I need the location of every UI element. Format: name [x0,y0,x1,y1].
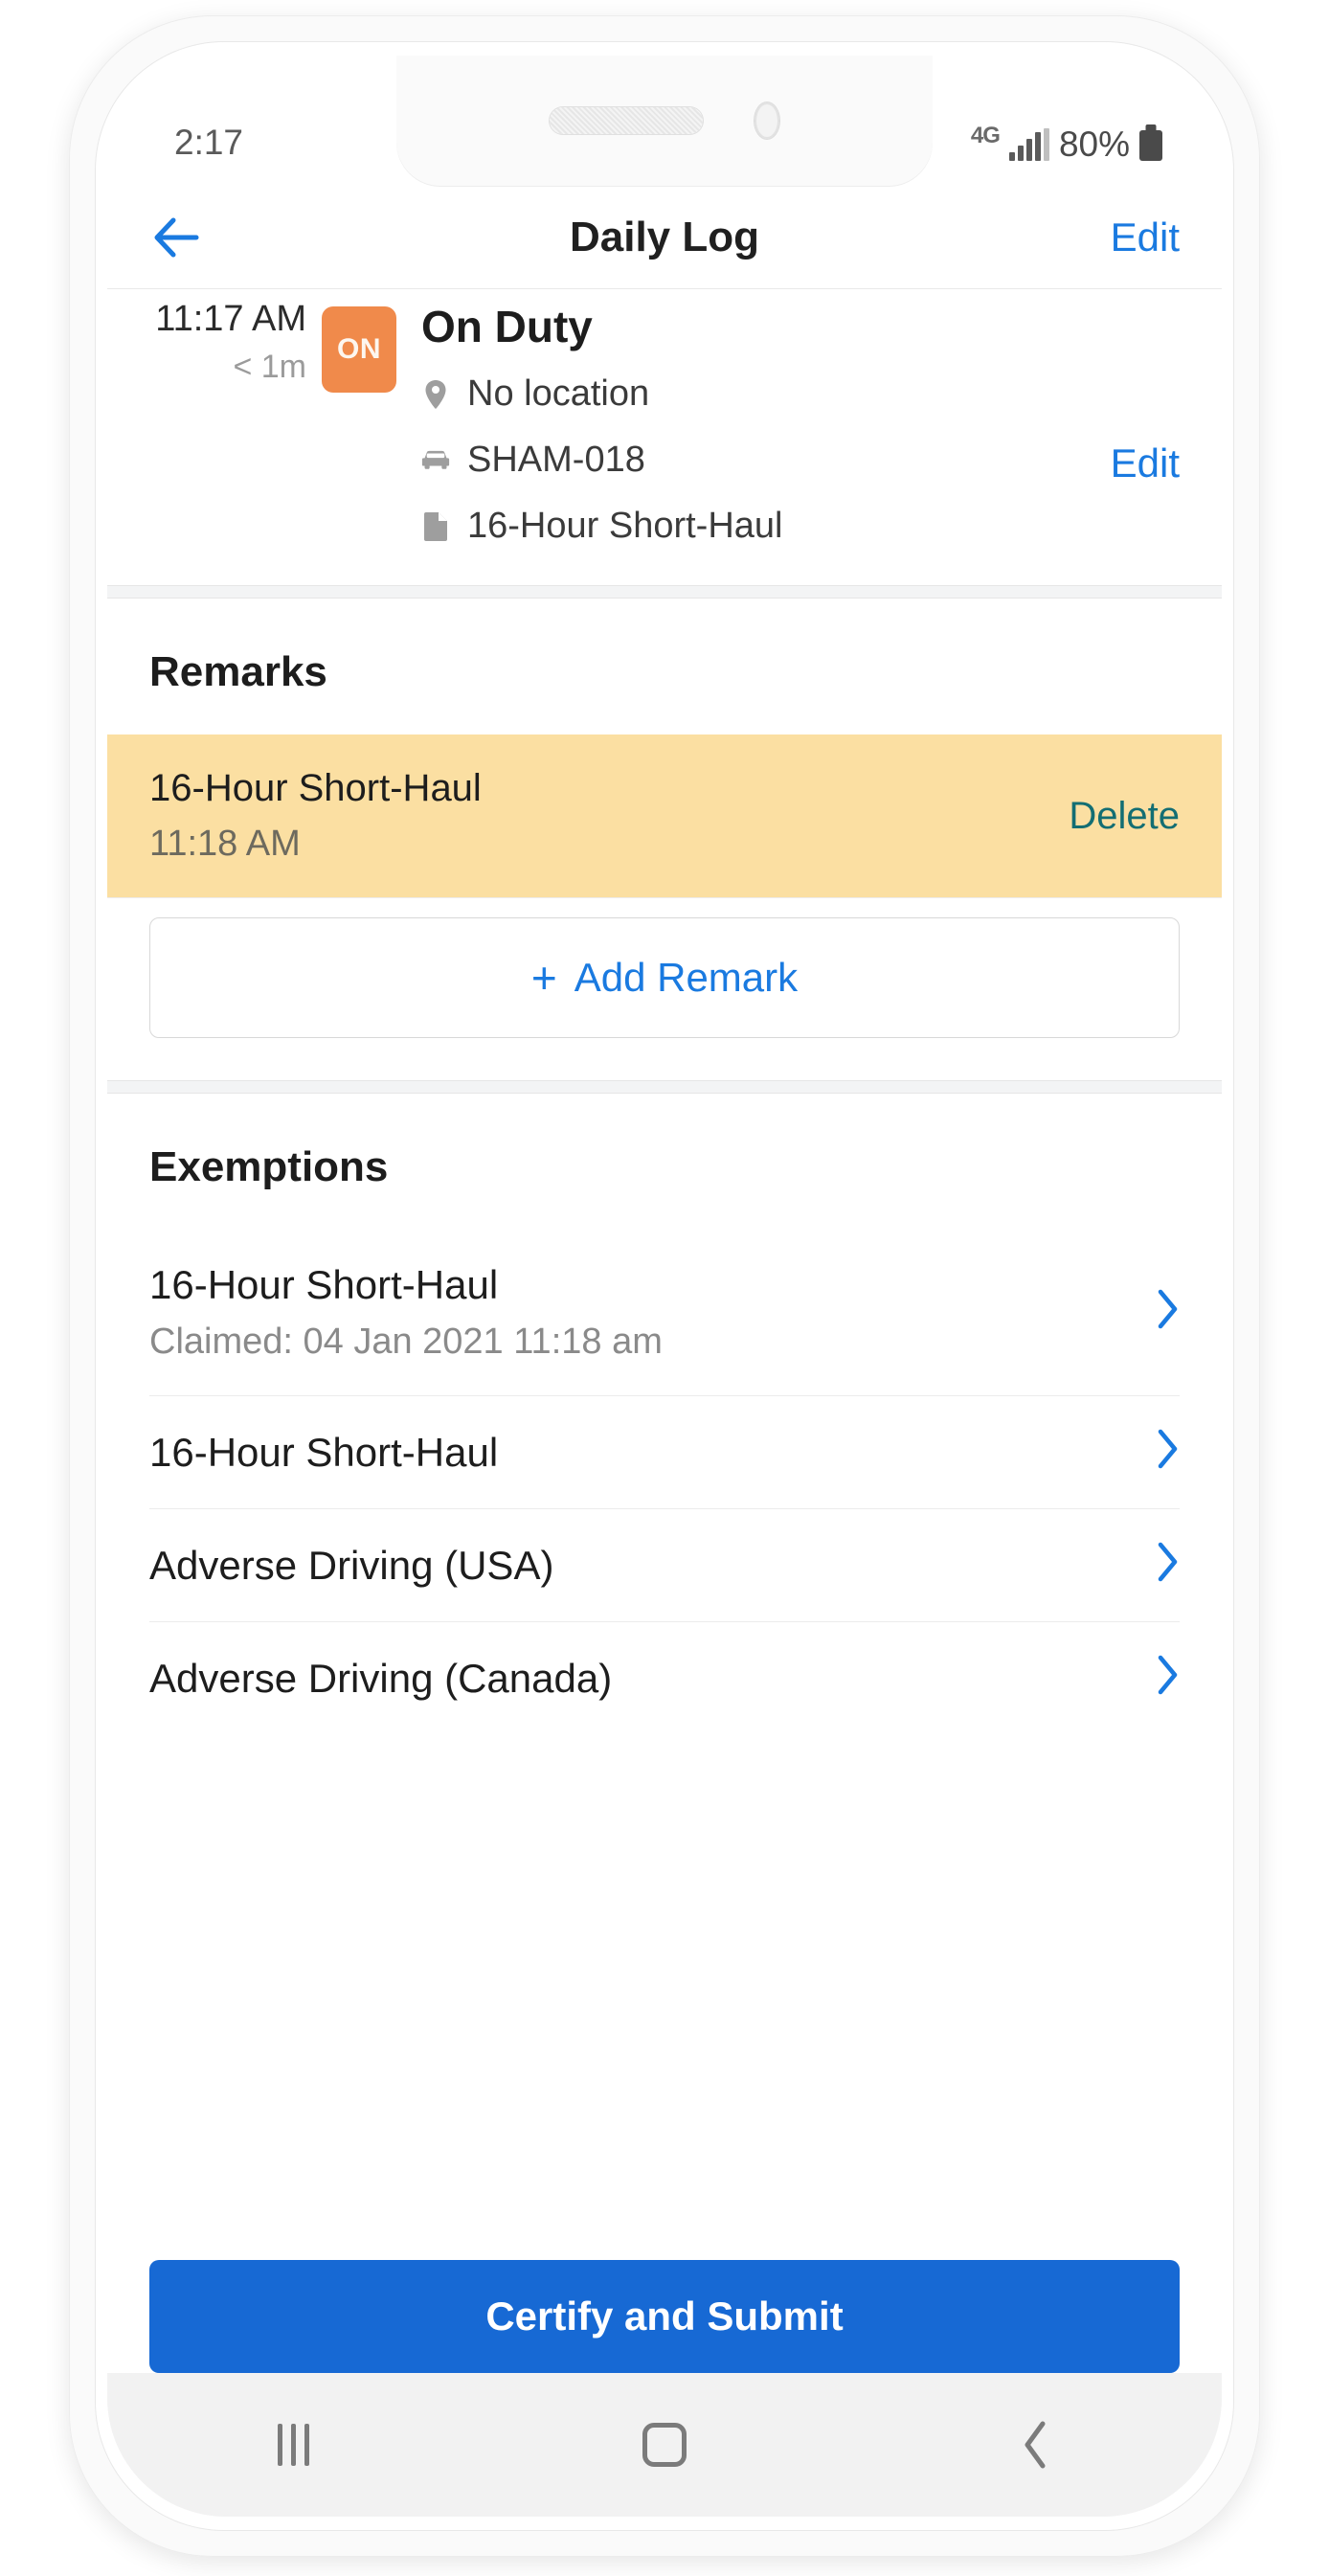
app-header: Daily Log Edit [107,186,1222,289]
android-nav-bar [107,2373,1222,2517]
scroll-content[interactable]: 11:17 AM < 1m ON On Duty No location SHA… [107,289,1222,2260]
exemption-row[interactable]: 16-Hour Short-Haul Claimed: 04 Jan 2021 … [149,1230,1180,1396]
phone-screen: 2:17 4G 80% Daily Log Edit 11:17 AM < 1m [107,56,1222,2517]
exemption-row[interactable]: Adverse Driving (Canada) [149,1622,1180,1734]
exemption-row[interactable]: Adverse Driving (USA) [149,1509,1180,1622]
section-divider [107,585,1222,599]
network-type-icon: 4G [970,123,1001,148]
vehicle-icon [421,444,450,477]
certify-and-submit-button[interactable]: Certify and Submit [149,2260,1180,2373]
exemptions-section: Exemptions 16-Hour Short-Haul Claimed: 0… [107,1094,1222,1734]
exemption-name: Adverse Driving (USA) [149,1542,554,1588]
battery-percent: 80% [1058,124,1130,164]
section-divider [107,1080,1222,1094]
exemption-name: 16-Hour Short-Haul [149,1429,499,1475]
duty-entry-duration: < 1m [233,348,306,385]
recents-icon[interactable] [236,2402,350,2488]
chevron-right-icon [1157,1429,1180,1476]
exemption-name: Adverse Driving (Canada) [149,1655,613,1701]
duty-meta-document: 16-Hour Short-Haul [421,506,1180,547]
exemption-text-block: 16-Hour Short-Haul Claimed: 04 Jan 2021 … [149,1262,663,1363]
back-arrow-icon[interactable] [149,210,205,265]
duty-time-column: 11:17 AM < 1m [149,299,322,547]
display-notch [396,56,933,186]
home-icon[interactable] [607,2402,722,2488]
page-title: Daily Log [569,213,760,260]
remark-list-item[interactable]: 16-Hour Short-Haul 11:18 AM Delete [107,734,1222,897]
duty-status-entry[interactable]: 11:17 AM < 1m ON On Duty No location SHA… [107,289,1222,585]
duty-entry-time: 11:17 AM [155,299,306,339]
exemption-row[interactable]: 16-Hour Short-Haul [149,1396,1180,1509]
exemption-claimed: Claimed: 04 Jan 2021 11:18 am [149,1322,663,1362]
chevron-right-icon [1157,1289,1180,1336]
chevron-right-icon [1157,1655,1180,1702]
duty-entry-details: On Duty No location SHAM-018 16-Hour Sho… [396,301,1180,547]
map-pin-icon [421,378,450,411]
remark-delete-button[interactable]: Delete [1069,795,1180,838]
duty-vehicle-text: SHAM-018 [467,440,645,480]
remarks-title: Remarks [149,648,327,695]
front-camera-icon [755,102,779,139]
remark-time: 11:18 AM [149,824,301,864]
add-remark-wrap: + Add Remark [107,897,1222,1080]
header-edit-button[interactable]: Edit [1111,215,1180,260]
status-time: 2:17 [174,123,244,162]
back-icon[interactable] [979,2402,1093,2488]
remark-text-block: 16-Hour Short-Haul 11:18 AM [149,767,482,865]
remark-name: 16-Hour Short-Haul [149,767,482,809]
duty-document-text: 16-Hour Short-Haul [467,506,783,546]
exemption-name: 16-Hour Short-Haul [149,1262,499,1307]
battery-icon [1139,130,1162,161]
duty-meta-location: No location [421,373,1180,415]
plus-icon: + [530,953,557,1003]
duty-meta-vehicle: SHAM-018 [421,440,1180,481]
document-icon [421,510,450,543]
duty-entry-edit-button[interactable]: Edit [1111,441,1180,486]
signal-bars-icon [1008,128,1049,161]
duty-status-badge: ON [322,306,396,393]
cta-bar: Certify and Submit [107,2260,1222,2373]
status-indicators: 4G 80% [970,80,1162,164]
exemptions-title: Exemptions [149,1143,389,1190]
duty-status-label: On Duty [421,302,593,351]
add-remark-label: Add Remark [574,955,799,1000]
add-remark-button[interactable]: + Add Remark [149,917,1180,1038]
chevron-right-icon [1157,1542,1180,1589]
earpiece-speaker [550,107,703,134]
remarks-section: Remarks 16-Hour Short-Haul 11:18 AM Dele… [107,599,1222,1080]
duty-location-text: No location [467,373,650,414]
